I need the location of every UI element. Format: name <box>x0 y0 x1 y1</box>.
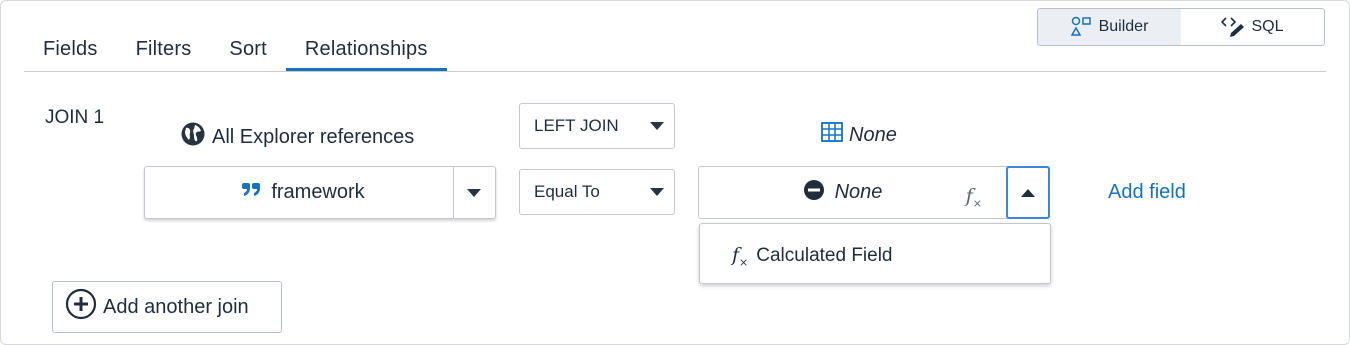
menu-item-label: Calculated Field <box>756 245 893 267</box>
add-another-join-button[interactable]: Add another join <box>52 281 282 333</box>
minus-circle-icon <box>803 179 825 207</box>
join-label: JOIN 1 <box>45 107 105 128</box>
tab-divider <box>24 71 1326 72</box>
quote-icon <box>241 181 261 204</box>
sql-mode-button[interactable]: SQL <box>1181 9 1324 45</box>
right-field-button[interactable]: None f× <box>699 167 1006 218</box>
left-source-label: All Explorer references <box>212 125 415 148</box>
right-source-label: None <box>849 123 897 146</box>
join-type-select[interactable]: LEFT JOIN <box>519 103 675 149</box>
tab-fields[interactable]: Fields <box>24 30 117 72</box>
chevron-down-icon <box>650 122 664 130</box>
chevron-up-icon <box>1021 189 1035 197</box>
plus-circle-icon <box>65 288 97 326</box>
left-source: All Explorer references <box>180 121 414 153</box>
mode-toggle: Builder SQL <box>1037 8 1325 46</box>
chevron-down-icon <box>467 189 481 197</box>
builder-label: Builder <box>1098 18 1149 35</box>
right-field-dropdown-menu: f× Calculated Field <box>699 223 1051 284</box>
function-icon: f× <box>965 185 982 210</box>
operator-select[interactable]: Equal To <box>519 169 675 215</box>
right-field-select: None f× <box>698 166 1050 219</box>
globe-icon <box>180 121 206 153</box>
join-type-value: LEFT JOIN <box>534 116 619 135</box>
add-field-link[interactable]: Add field <box>1108 181 1186 204</box>
function-icon: f× <box>732 244 749 269</box>
menu-item-calculated-field[interactable]: f× Calculated Field <box>732 244 893 269</box>
left-field-value: framework <box>271 181 365 203</box>
left-field-button[interactable]: framework <box>145 167 453 218</box>
sql-label: SQL <box>1251 18 1284 35</box>
add-join-label: Add another join <box>103 295 249 318</box>
tab-relationships[interactable]: Relationships <box>285 30 447 72</box>
tab-bar: Fields Filters Sort Relationships <box>24 30 447 72</box>
right-field-dropdown-toggle[interactable] <box>1006 166 1050 219</box>
tab-filters[interactable]: Filters <box>117 30 211 72</box>
table-grid-icon <box>821 121 843 149</box>
shapes-icon <box>1070 16 1093 38</box>
left-field-select: framework <box>144 166 496 219</box>
builder-mode-button[interactable]: Builder <box>1038 9 1181 45</box>
chevron-down-icon <box>650 188 664 196</box>
code-pencil-icon <box>1221 16 1245 38</box>
left-field-dropdown-toggle[interactable] <box>453 167 495 218</box>
right-source: None <box>821 121 897 149</box>
tab-sort[interactable]: Sort <box>210 30 285 72</box>
operator-value: Equal To <box>534 182 600 201</box>
right-field-value: None <box>834 181 883 203</box>
